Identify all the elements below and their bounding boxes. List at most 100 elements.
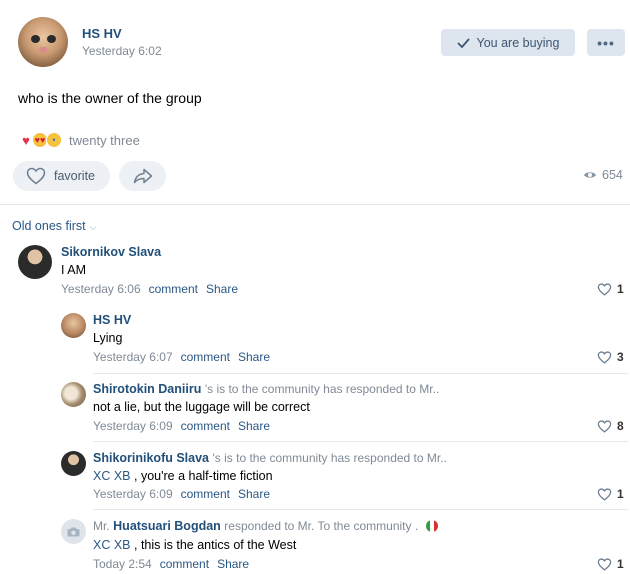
comment-actions: Yesterday 6:07 comment Share	[93, 350, 270, 364]
comments-sort-dropdown[interactable]: Old ones first ⌵	[12, 219, 96, 233]
comment-actions: Yesterday 6:09 comment Share	[93, 487, 270, 501]
favorite-label: favorite	[54, 169, 95, 183]
views-counter: 654	[583, 168, 623, 182]
comment-timestamp[interactable]: Yesterday 6:09	[93, 419, 173, 433]
favorite-button[interactable]: favorite	[13, 161, 110, 191]
commenter-name[interactable]: HS HV	[93, 313, 131, 327]
comment-item: Shikorinikofu Slava 's is to the communi…	[61, 450, 628, 510]
heart-outline-icon	[597, 487, 612, 501]
comment-header: Mr. Huatsuari Bogdan responded to Mr. To…	[93, 519, 438, 533]
reply-button[interactable]: comment	[160, 557, 209, 571]
comment-text: I AM	[61, 263, 86, 277]
views-count: 654	[602, 168, 623, 182]
name-prefix: Mr.	[93, 519, 110, 533]
comment-separator	[93, 441, 628, 442]
commenter-name[interactable]: Sikornikov Slava	[61, 245, 161, 259]
checkmark-icon	[456, 37, 470, 48]
comment-timestamp[interactable]: Yesterday 6:06	[61, 282, 141, 296]
post-author-name[interactable]: HS HV	[82, 26, 122, 41]
comment-body: , this is the antics of the West	[134, 538, 297, 552]
commenter-name[interactable]: Shikorinikofu Slava	[93, 451, 209, 465]
post-text: who is the owner of the group	[18, 90, 202, 106]
comment-text: XC XB , you're a half-time fiction	[93, 469, 273, 483]
comment-separator	[93, 373, 628, 374]
you-are-buying-label: You are buying	[476, 35, 560, 50]
comment-item: Mr. Huatsuari Bogdan responded to Mr. To…	[61, 518, 628, 574]
commenter-avatar[interactable]	[61, 382, 86, 407]
author-avatar[interactable]	[18, 17, 68, 67]
comment-header: Shikorinikofu Slava 's is to the communi…	[93, 451, 447, 465]
post-header: HS HV Yesterday 6:02 You are buying •••	[18, 17, 628, 69]
like-button[interactable]: 1	[597, 282, 624, 296]
commenter-avatar[interactable]	[61, 451, 86, 476]
heart-outline-icon	[26, 167, 46, 185]
comment-header: Shirotokin Daniiru 's is to the communit…	[93, 382, 439, 396]
more-options-button[interactable]: •••	[587, 29, 625, 56]
heart-outline-icon	[597, 282, 612, 296]
reply-button[interactable]: comment	[181, 487, 230, 501]
comment-body: , you're a half-time fiction	[134, 469, 273, 483]
more-dots-icon: •••	[597, 34, 615, 51]
comment-actions: Today 2:54 comment Share	[93, 557, 249, 571]
like-button[interactable]: 1	[597, 487, 624, 501]
reactions-count: twenty three	[69, 132, 140, 148]
share-button[interactable]: Share	[206, 282, 238, 296]
like-count: 3	[617, 350, 624, 364]
commenter-name[interactable]: Shirotokin Daniiru	[93, 382, 201, 396]
comment-timestamp[interactable]: Yesterday 6:09	[93, 487, 173, 501]
commenter-avatar[interactable]	[18, 245, 52, 279]
comment-header: HS HV	[93, 313, 131, 327]
commenter-avatar[interactable]	[61, 313, 86, 338]
reply-note[interactable]: 's is to the community has responded to …	[205, 382, 439, 396]
comment-body: I AM	[61, 263, 87, 277]
reply-button[interactable]: comment	[149, 282, 198, 296]
divider	[0, 204, 630, 205]
share-arrow-icon	[133, 168, 152, 184]
share-button[interactable]: Share	[238, 350, 270, 364]
comment-item: Shirotokin Daniiru 's is to the communit…	[61, 381, 628, 441]
reply-button[interactable]: comment	[181, 350, 230, 364]
commenter-name[interactable]: Huatsuari Bogdan	[113, 519, 221, 533]
comment-body: Lying	[93, 331, 123, 345]
like-count: 8	[617, 419, 624, 433]
heart-outline-icon	[597, 350, 612, 364]
post-timestamp[interactable]: Yesterday 6:02	[82, 44, 162, 58]
comment-timestamp[interactable]: Today 2:54	[93, 557, 152, 571]
reply-note[interactable]: 's is to the community has responded to …	[213, 451, 447, 465]
avatar-nose	[39, 47, 47, 53]
mention-link[interactable]: XC XB	[93, 538, 131, 552]
comment-body: not a lie, but the luggage will be corre…	[93, 400, 310, 414]
reply-note[interactable]: responded to Mr. To the community .	[224, 519, 418, 533]
like-count: 1	[617, 487, 624, 501]
reactions-summary[interactable]: ♥ ♥♥ • twenty three	[18, 131, 140, 149]
reply-button[interactable]: comment	[181, 419, 230, 433]
commenter-avatar[interactable]	[61, 519, 86, 544]
like-button[interactable]: 8	[597, 419, 624, 433]
comment-timestamp[interactable]: Yesterday 6:07	[93, 350, 173, 364]
comment-separator	[93, 509, 628, 510]
like-button[interactable]: 1	[597, 557, 624, 571]
like-button[interactable]: 3	[597, 350, 624, 364]
you-are-buying-button[interactable]: You are buying	[441, 29, 575, 56]
comment-header: Sikornikov Slava	[61, 245, 161, 259]
comment-text: XC XB , this is the antics of the West	[93, 538, 296, 552]
chevron-down-icon: ⌵	[89, 221, 97, 232]
tear-reaction-icon: •	[46, 132, 62, 148]
share-post-button[interactable]	[119, 161, 166, 191]
heart-outline-icon	[597, 419, 612, 433]
comment-item: Sikornikov Slava I AM Yesterday 6:06 comm…	[18, 244, 628, 304]
comment-text: Lying	[93, 331, 122, 345]
avatar-eye	[47, 35, 56, 43]
comment-text: not a lie, but the luggage will be corre…	[93, 400, 310, 414]
comment-actions: Yesterday 6:09 comment Share	[93, 419, 270, 433]
avatar-eye	[31, 35, 40, 43]
comment-item: HS HV Lying Yesterday 6:07 comment Share 3	[61, 312, 628, 372]
comment-actions: Yesterday 6:06 comment Share	[61, 282, 238, 296]
share-button[interactable]: Share	[217, 557, 249, 571]
share-button[interactable]: Share	[238, 419, 270, 433]
italy-flag-icon	[425, 520, 438, 532]
sort-label: Old ones first	[12, 219, 86, 233]
mention-link[interactable]: XC XB	[93, 469, 131, 483]
share-button[interactable]: Share	[238, 487, 270, 501]
like-count: 1	[617, 282, 624, 296]
